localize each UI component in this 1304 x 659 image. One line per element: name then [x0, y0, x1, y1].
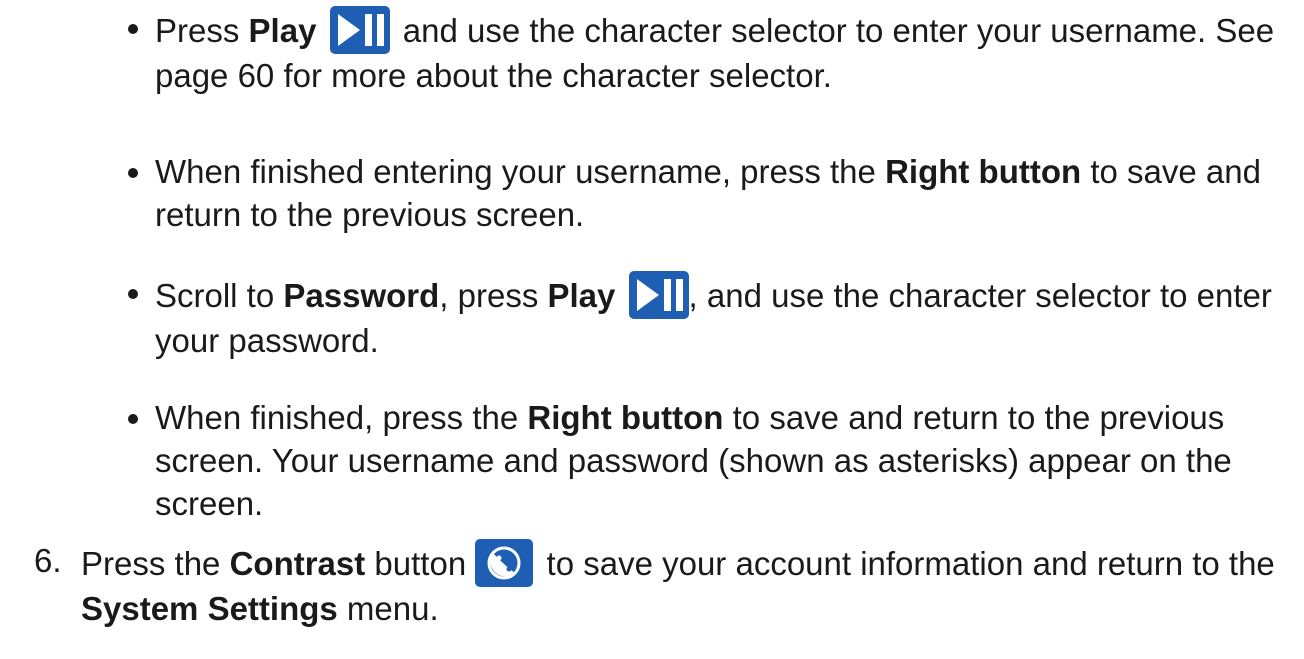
step-text: button [365, 545, 476, 582]
bullet-text: When finished entering your username, pr… [155, 153, 886, 190]
bullet-text: and use the character selector to enter … [155, 12, 1275, 94]
bullet-text: , press [439, 277, 548, 314]
bold-play: Play [547, 277, 616, 314]
bullet-text: When finished, press the [155, 399, 528, 436]
bullet-dot [128, 289, 138, 299]
bullet-dot [128, 24, 138, 34]
bullet-item-4: When finished, press the Right button to… [108, 396, 1288, 525]
bold-system-settings: System Settings [81, 590, 338, 627]
bold-right-button: Right button [527, 399, 724, 436]
play-pause-icon [628, 271, 689, 319]
bold-password: Password [283, 277, 440, 314]
step-text: Press the [81, 545, 230, 582]
bullet-item-1: Press Play and use the character selecto… [108, 6, 1288, 97]
bullet-text: Press [155, 12, 249, 49]
step-text: menu. [337, 590, 439, 627]
bullet-text: Scroll to [155, 277, 284, 314]
bold-play: Play [248, 12, 317, 49]
play-pause-icon [329, 6, 390, 54]
bold-right-button: Right button [885, 153, 1082, 190]
bullet-item-3: Scroll to Password, press Play , and use… [108, 271, 1288, 362]
bullet-dot [128, 168, 138, 178]
bold-contrast: Contrast [229, 545, 366, 582]
contrast-icon [475, 539, 534, 587]
step-text: to save your account information and ret… [546, 545, 1275, 582]
step-6: 6. Press the Contrast button to save you… [34, 539, 1284, 630]
step-number: 6. [34, 542, 62, 579]
bullet-dot [128, 414, 138, 424]
bullet-item-2: When finished entering your username, pr… [108, 150, 1288, 236]
